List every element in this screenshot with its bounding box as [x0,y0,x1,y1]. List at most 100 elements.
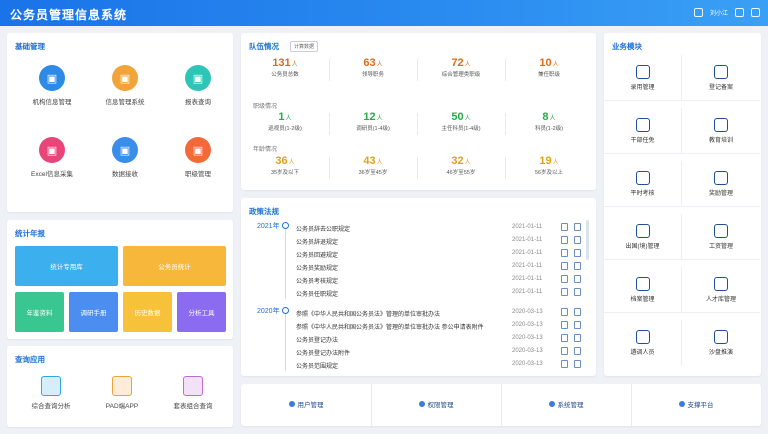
exit-icon[interactable] [751,8,760,17]
basic-panel: 基础管理 ▣ 机构信息管理 ▣ 信息管理系统 ▣ 报表查询 ▣ Excel信息采集 ▣ 数据接收 ▣… [7,33,233,212]
policy-row[interactable]: 公务员辞退规定 2021-01-11 [296,234,588,247]
business-item[interactable]: 档案管理 [604,267,682,313]
business-item[interactable]: 遴调人员 [604,320,682,366]
policy-title-text[interactable]: 公务员辞去公职规定 [296,224,506,233]
business-item-label: 档案管理 [630,297,655,303]
bottom-nav-item[interactable]: 支撑平台 [631,392,761,416]
policy-title-text[interactable]: 公务员回避规定 [296,250,506,259]
pdf-icon[interactable] [574,262,581,270]
bottom-nav-item[interactable]: 权限管理 [371,392,501,416]
app-title: 公务员管理信息系统 [10,8,128,22]
basic-item[interactable]: ▣ Excel信息采集 [13,137,91,178]
policy-row[interactable]: 参照《中华人民共和国公务员法》管理的单位审批办法 2020-03-13 [296,306,588,319]
basic-item[interactable]: ▣ 数据接收 [86,137,164,178]
policy-scrollbar[interactable] [586,220,589,260]
download-icon[interactable] [561,334,568,342]
bottom-nav-label: 系统管理 [557,402,584,409]
bottom-nav-label: 用户管理 [297,402,324,409]
policy-row[interactable]: 公务员回避规定 2021-01-11 [296,247,588,260]
pdf-icon[interactable] [574,288,581,296]
download-icon[interactable] [561,236,568,244]
policy-title-text[interactable]: 公务员范围规定 [296,361,506,370]
stats-tile[interactable]: 公务员统计 [123,246,226,286]
team-stat: 131人 公务员总数 [241,57,329,78]
pdf-icon[interactable] [574,236,581,244]
business-item[interactable]: 干部任免 [604,108,682,154]
download-icon[interactable] [561,288,568,296]
business-item[interactable]: 平时考核 [604,161,682,207]
policy-title-text[interactable]: 公务员任职规定 [296,289,506,298]
download-icon[interactable] [561,347,568,355]
query-item[interactable]: PAD端APP [84,376,160,410]
building-icon: ▣ [39,65,65,91]
stat-value: 32人 [417,155,505,167]
policy-title-text[interactable]: 公务员登记办法附件 [296,348,506,357]
stats-tile[interactable]: 调研手册 [69,292,118,332]
stats-tile[interactable]: 分析工具 [177,292,226,332]
download-icon[interactable] [561,321,568,329]
policy-title-text[interactable]: 参照《中华人民共和国公务员法》管理的单位审批办法 参公申请表附件 [296,322,506,331]
download-icon[interactable] [561,308,568,316]
policy-row[interactable]: 公务员登记办法附件 2020-03-13 [296,345,588,358]
pdf-icon[interactable] [574,334,581,342]
policy-row[interactable]: 参照《中华人民共和国公务员法》管理的单位审批办法 参公申请表附件 2020-03-… [296,319,588,332]
excel-icon: ▣ [39,137,65,163]
download-icon[interactable] [561,360,568,368]
stats-tile[interactable]: 历史数据 [123,292,172,332]
pdf-icon[interactable] [574,249,581,257]
policy-date: 2021-01-11 [512,237,543,243]
policy-row[interactable]: 公务员登记办法 2020-03-13 [296,332,588,345]
policy-title-text[interactable]: 公务员登记办法 [296,335,506,344]
abroad-icon [635,224,650,238]
basic-item[interactable]: ▣ 报表查询 [159,65,237,106]
pdf-icon[interactable] [574,360,581,368]
calc-data-button[interactable]: 计算数据 [290,41,319,52]
download-icon[interactable] [561,262,568,270]
policy-title-text[interactable]: 公务员辞退规定 [296,237,506,246]
business-item[interactable]: 教育培训 [682,108,760,154]
business-item-label: 干部任免 [630,138,655,144]
business-item[interactable]: 人才库管理 [682,267,760,313]
policy-row[interactable]: 公务员奖励规定 2021-01-11 [296,260,588,273]
basic-item[interactable]: ▣ 职级管理 [159,137,237,178]
pdf-icon[interactable] [574,275,581,283]
policy-title-text[interactable]: 参照《中华人民共和国公务员法》管理的单位审批办法 [296,309,506,318]
pdf-icon[interactable] [574,308,581,316]
training-icon [714,118,728,132]
stats-tile[interactable]: 年鉴资料 [15,292,64,332]
download-icon[interactable] [561,249,568,257]
download-icon[interactable] [561,223,568,231]
user-name[interactable]: 刘小江 [710,8,728,17]
team-stat: 12人 调研员(1-4级) [329,111,417,132]
settings-icon[interactable] [735,8,744,17]
stats-tile[interactable]: 统计专用库 [15,246,118,286]
business-item[interactable]: 录用管理 [604,55,682,101]
basic-item[interactable]: ▣ 信息管理系统 [86,65,164,106]
policy-title-text[interactable]: 公务员奖励规定 [296,263,506,272]
policy-row[interactable]: 公务员考核规定 2021-01-11 [296,273,588,286]
stat-value: 19人 [505,155,593,167]
pdf-icon[interactable] [574,321,581,329]
policy-row[interactable]: 公务员辞去公职规定 2021-01-11 [296,221,588,234]
business-item[interactable]: 沙盘推演 [682,320,760,366]
policy-row[interactable]: 公务员范围规定 2020-03-13 [296,358,588,371]
business-item[interactable]: 工资管理 [682,214,760,260]
hire-icon [635,65,650,79]
business-item-label: 人才库管理 [705,297,736,303]
business-item[interactable]: 出国(境)管理 [604,214,682,260]
business-item[interactable]: 奖励管理 [682,161,760,207]
query-item[interactable]: 综合查询分析 [13,376,89,410]
user-icon[interactable] [693,8,703,17]
basic-item[interactable]: ▣ 机构信息管理 [13,65,91,106]
bottom-nav-item[interactable]: 系统管理 [501,392,631,416]
business-item[interactable]: 登记备案 [682,55,760,101]
bottom-nav-item[interactable]: 用户管理 [241,392,371,416]
query-item[interactable]: 套表组合查询 [155,376,231,410]
download-icon[interactable] [561,275,568,283]
bottom-nav-label: 权限管理 [427,402,454,409]
pdf-icon[interactable] [574,347,581,355]
timeline-dot [282,307,289,314]
pdf-icon[interactable] [574,223,581,231]
policy-title-text[interactable]: 公务员考核规定 [296,276,506,285]
policy-row[interactable]: 公务员任职规定 2021-01-11 [296,286,588,299]
